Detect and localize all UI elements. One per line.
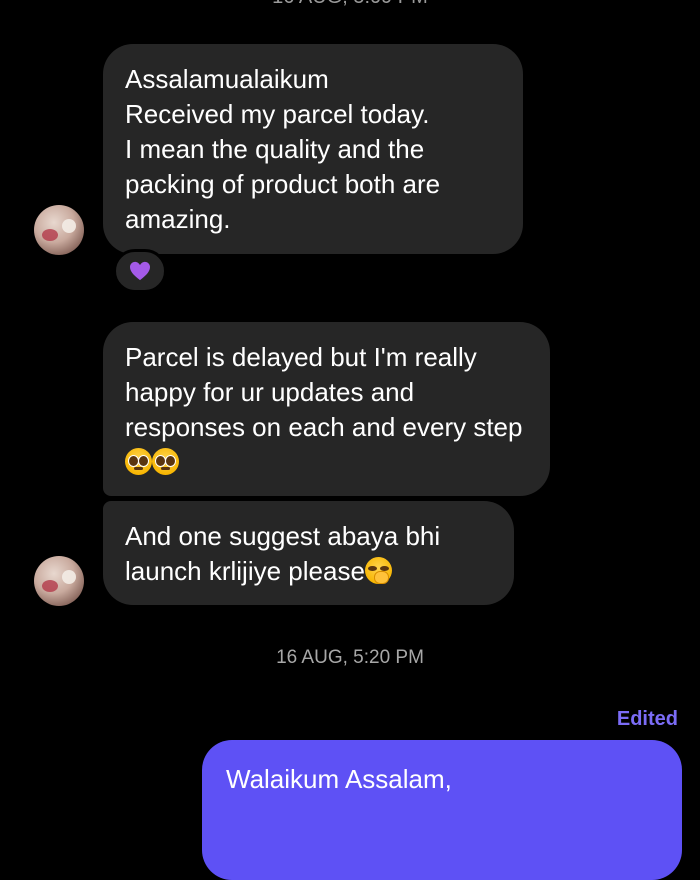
message-text: Walaikum Assalam, [226, 764, 452, 794]
middle-timestamp: 16 AUG, 5:20 PM [276, 647, 424, 668]
pleading-face-icon [125, 448, 152, 475]
top-timestamp: 16 AUG, 5:09 PM [0, 0, 700, 9]
face-with-hand-over-mouth-icon [364, 557, 392, 584]
message-text: Assalamualaikum Received my parcel today… [125, 64, 441, 234]
outgoing-message[interactable]: Walaikum Assalam, [202, 740, 682, 880]
sender-avatar[interactable] [34, 556, 84, 606]
sender-avatar[interactable] [34, 205, 84, 255]
pleading-face-icon [152, 448, 179, 475]
message-text: And one suggest abaya bhi launch krlijiy… [125, 521, 448, 586]
edited-label: Edited [616, 708, 678, 730]
message-text: Parcel is delayed but I'm really happy f… [125, 342, 523, 442]
incoming-message-1[interactable]: Assalamualaikum Received my parcel today… [103, 44, 523, 254]
incoming-message-3[interactable]: And one suggest abaya bhi launch krlijiy… [103, 501, 514, 605]
incoming-message-2[interactable]: Parcel is delayed but I'm really happy f… [103, 322, 550, 496]
purple-heart-icon [130, 261, 150, 281]
message-reaction[interactable] [113, 249, 167, 293]
